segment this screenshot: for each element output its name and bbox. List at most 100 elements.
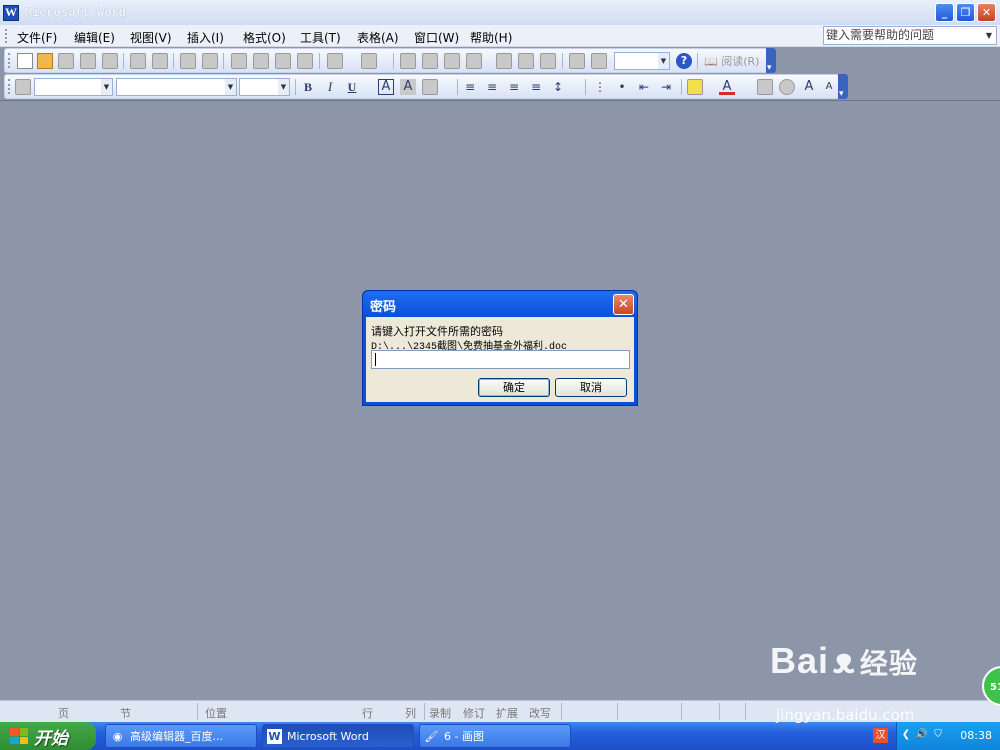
font-color-button[interactable]: A [719, 79, 735, 95]
cancel-button[interactable]: 取消 [555, 378, 627, 397]
menu-tools[interactable]: 工具(T) [300, 29, 341, 46]
drawing-icon[interactable] [518, 53, 534, 69]
paint-icon: 🖌 [424, 729, 439, 743]
phonetic-guide-icon[interactable] [757, 79, 773, 95]
dialog-titlebar[interactable]: 密码 ✕ [363, 291, 637, 317]
status-overwrite[interactable]: 改写 [529, 705, 551, 721]
font-size-combo[interactable]: ▼ [239, 78, 290, 96]
read-button[interactable]: 📖 阅读(R) [704, 53, 759, 69]
help-icon[interactable]: ? [676, 53, 692, 69]
paste-icon[interactable] [275, 53, 291, 69]
task-button-paint[interactable]: 🖌 6 - 画图 [419, 724, 571, 748]
save-icon[interactable] [58, 53, 74, 69]
menu-window[interactable]: 窗口(W) [414, 29, 459, 46]
menu-insert[interactable]: 插入(I) [187, 29, 224, 46]
print-preview-icon[interactable] [152, 53, 168, 69]
close-icon: ✕ [618, 297, 629, 312]
shrink-font-icon[interactable]: A [821, 79, 837, 95]
security-shield-icon[interactable]: ⛉ [931, 728, 945, 742]
insert-table-icon[interactable] [444, 53, 460, 69]
close-icon: ✕ [981, 6, 992, 19]
toolbar-options-button[interactable] [766, 48, 776, 73]
line-spacing-icon[interactable]: ↕ [550, 79, 566, 95]
char-border-button[interactable]: A [378, 79, 394, 95]
enclose-characters-icon[interactable] [779, 79, 795, 95]
menu-help[interactable]: 帮助(H) [470, 29, 512, 46]
permission-icon[interactable] [80, 53, 96, 69]
grow-font-icon[interactable]: A [801, 79, 817, 95]
redo-icon[interactable] [361, 53, 377, 69]
highlight-icon[interactable] [687, 79, 703, 95]
start-button[interactable]: 开始 [0, 722, 96, 750]
status-record[interactable]: 录制 [429, 705, 451, 721]
menu-edit[interactable]: 编辑(E) [74, 29, 115, 46]
chevron-down-icon[interactable]: ▼ [225, 79, 236, 95]
tray-expand-icon[interactable]: ❮ [899, 728, 913, 742]
menu-view[interactable]: 视图(V) [130, 29, 172, 46]
open-folder-icon[interactable] [37, 53, 53, 69]
styles-formatting-icon[interactable] [15, 79, 31, 95]
watermark-url: jingyan.baidu.com [776, 706, 915, 724]
document-map-icon[interactable] [540, 53, 556, 69]
task-button-browser[interactable]: ◉ 高级编辑器_百度... [105, 724, 257, 748]
spelling-icon[interactable] [180, 53, 196, 69]
input-method-icon[interactable]: 汉 [873, 728, 888, 743]
justify-icon[interactable]: ≡ [528, 79, 544, 95]
ok-button[interactable]: 确定 [478, 378, 550, 397]
word-app-icon[interactable]: W [3, 4, 19, 21]
zoom-combo[interactable]: ▼ [614, 52, 670, 70]
increase-indent-icon[interactable]: ⇥ [658, 79, 674, 95]
underline-button[interactable]: U [344, 79, 360, 95]
chevron-down-icon[interactable]: ▼ [101, 79, 112, 95]
toolbar-options-button[interactable] [838, 74, 848, 99]
cut-icon[interactable] [231, 53, 247, 69]
menu-file[interactable]: 文件(F) [17, 29, 57, 46]
restore-button[interactable]: ❐ [956, 3, 975, 22]
minimize-icon: _ [941, 6, 948, 19]
research-icon[interactable] [202, 53, 218, 69]
chevron-down-icon[interactable]: ▼ [278, 79, 289, 95]
char-shading-button[interactable]: A [400, 79, 416, 95]
dialog-close-button[interactable]: ✕ [613, 294, 634, 315]
insert-excel-icon[interactable] [466, 53, 482, 69]
minimize-button[interactable]: _ [935, 3, 954, 22]
task-button-word[interactable]: W Microsoft Word [262, 724, 414, 748]
align-left-icon[interactable]: ≡ [462, 79, 478, 95]
font-combo[interactable]: ▼ [116, 78, 237, 96]
undo-icon[interactable] [327, 53, 343, 69]
chevron-down-icon[interactable]: ▼ [658, 53, 669, 69]
menu-format[interactable]: 格式(O) [243, 29, 286, 46]
menu-table[interactable]: 表格(A) [357, 29, 399, 46]
email-icon[interactable] [102, 53, 118, 69]
numbering-icon[interactable]: ⋮ [592, 79, 608, 95]
toolbar-grip[interactable] [8, 53, 11, 68]
show-hide-icon[interactable] [591, 53, 607, 69]
new-document-icon[interactable] [17, 53, 33, 69]
bold-button[interactable]: B [300, 79, 316, 95]
format-painter-icon[interactable] [297, 53, 313, 69]
columns-icon[interactable] [496, 53, 512, 69]
menu-grip[interactable] [5, 29, 8, 43]
align-center-icon[interactable]: ≡ [484, 79, 500, 95]
password-input[interactable] [371, 350, 630, 369]
thumbnails-icon[interactable] [569, 53, 585, 69]
align-right-icon[interactable]: ≡ [506, 79, 522, 95]
toolbar-grip[interactable] [8, 79, 11, 94]
close-window-button[interactable]: ✕ [977, 3, 996, 22]
bullets-icon[interactable]: • [614, 79, 630, 95]
chevron-down-icon[interactable]: ▼ [982, 27, 996, 44]
clock[interactable]: 08:38 [960, 729, 992, 742]
hyperlink-icon[interactable] [400, 53, 416, 69]
status-revise[interactable]: 修订 [463, 705, 485, 721]
style-combo[interactable]: ▼ [34, 78, 113, 96]
decrease-indent-icon[interactable]: ⇤ [636, 79, 652, 95]
volume-icon[interactable]: 🔊 [915, 728, 929, 742]
italic-button[interactable]: I [322, 79, 338, 95]
copy-icon[interactable] [253, 53, 269, 69]
char-scaling-icon[interactable] [422, 79, 438, 95]
help-search-input[interactable]: 键入需要帮助的问题 ▼ [823, 26, 997, 45]
status-line: 行 [362, 707, 373, 720]
status-extend[interactable]: 扩展 [496, 705, 518, 721]
print-icon[interactable] [130, 53, 146, 69]
tables-borders-icon[interactable] [422, 53, 438, 69]
